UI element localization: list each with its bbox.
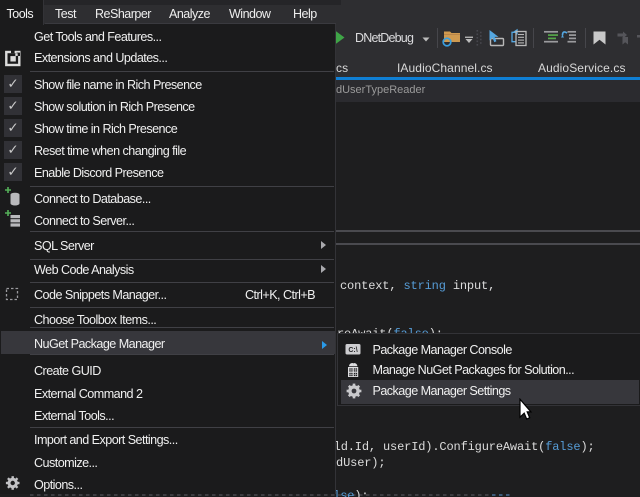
svg-text:C:\: C:\ [348, 347, 357, 354]
